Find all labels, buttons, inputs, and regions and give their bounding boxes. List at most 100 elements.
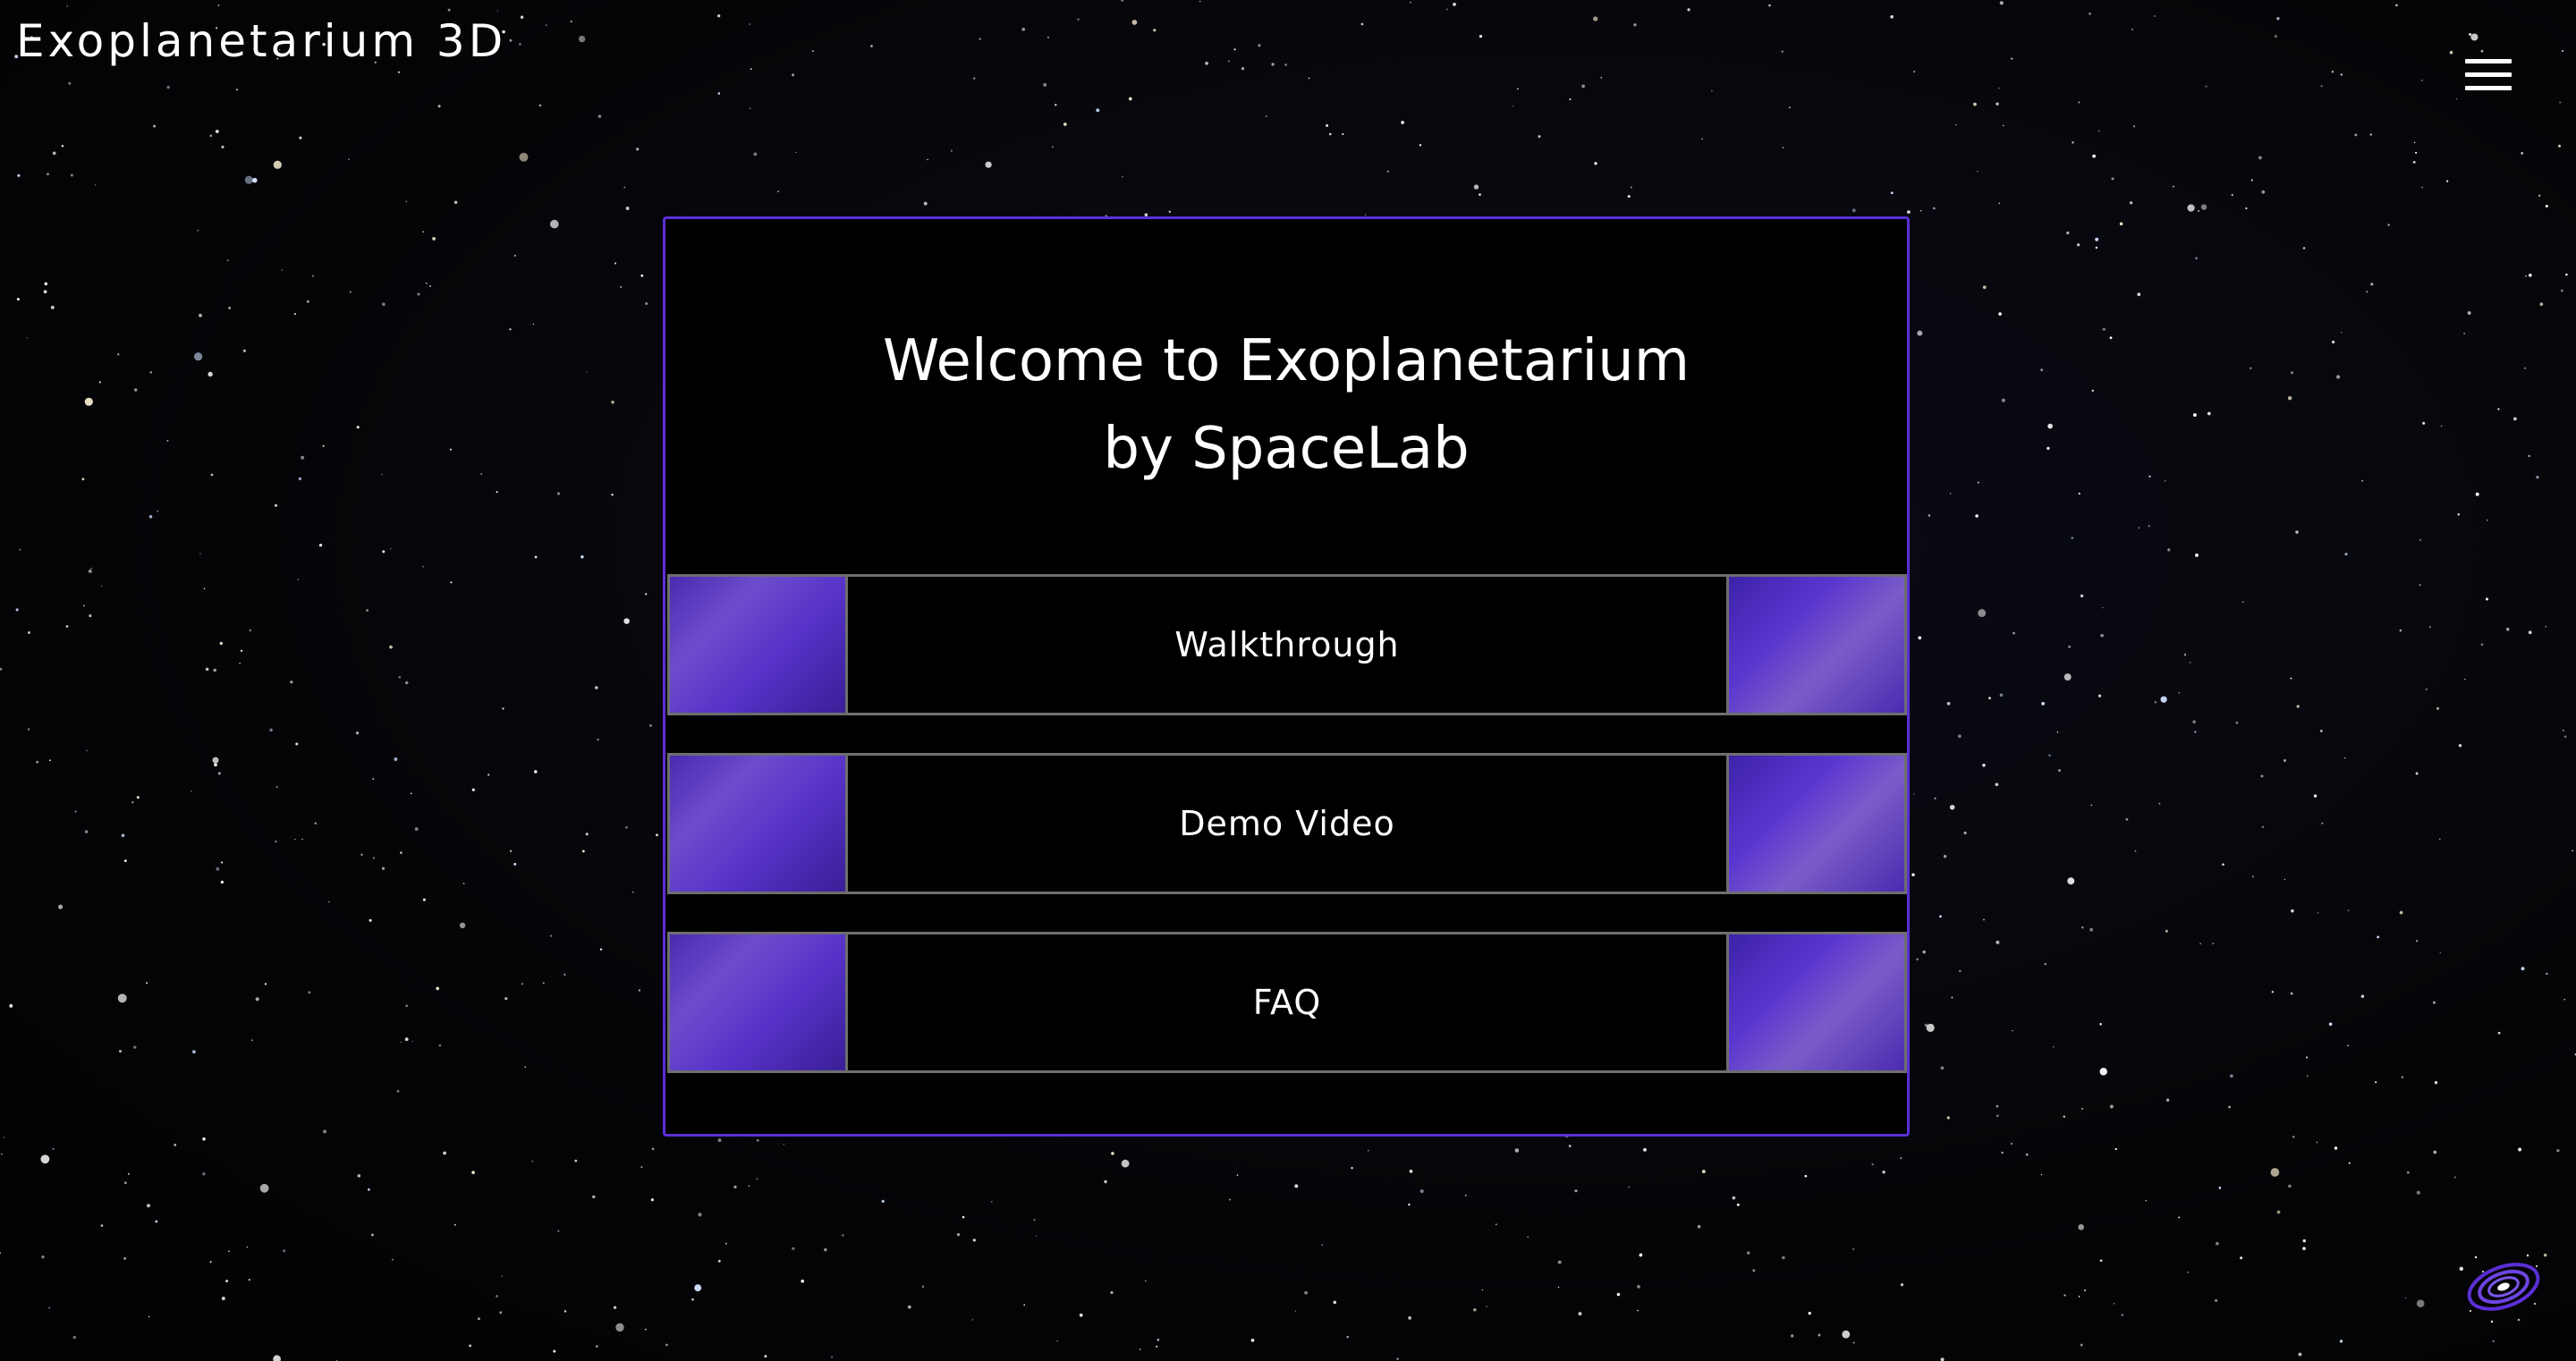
star — [389, 645, 393, 649]
faq-label: FAQ — [1252, 983, 1322, 1022]
star — [1046, 36, 1049, 38]
galaxy-icon[interactable] — [2465, 1248, 2542, 1325]
star — [545, 24, 547, 26]
star — [290, 680, 293, 684]
star — [2486, 597, 2488, 601]
star — [2002, 124, 2004, 127]
star — [166, 85, 170, 89]
star — [61, 145, 64, 148]
star — [50, 305, 55, 309]
star — [1473, 184, 1479, 190]
star — [524, 1066, 526, 1068]
star — [581, 850, 585, 853]
star — [382, 302, 386, 307]
star — [2230, 1074, 2233, 1078]
star — [795, 151, 797, 153]
star — [1453, 3, 1456, 6]
star — [217, 772, 221, 775]
hamburger-menu-icon[interactable] — [2462, 55, 2515, 95]
star — [259, 1183, 269, 1193]
star — [52, 151, 56, 156]
star — [921, 1285, 925, 1288]
star — [9, 1003, 13, 1008]
star — [2512, 417, 2517, 421]
menu-bar-bottom — [2465, 86, 2512, 90]
star — [801, 1279, 805, 1283]
star — [2165, 1098, 2170, 1102]
star — [990, 1201, 993, 1203]
star — [2063, 1115, 2066, 1118]
star — [301, 455, 305, 460]
star — [1294, 1310, 1297, 1312]
star — [698, 1213, 702, 1217]
star — [2521, 967, 2525, 971]
star — [749, 107, 751, 110]
star — [438, 1044, 442, 1047]
star — [2492, 1340, 2495, 1342]
star — [2528, 630, 2532, 635]
star — [504, 997, 508, 1001]
star — [2288, 1184, 2292, 1188]
star — [400, 851, 402, 854]
star — [650, 1198, 654, 1202]
star — [0, 667, 3, 671]
star — [2347, 909, 2350, 911]
star — [1250, 1339, 1255, 1342]
star — [2467, 311, 2471, 315]
star — [2240, 1256, 2243, 1260]
star — [1913, 71, 1916, 73]
star — [15, 608, 19, 612]
star — [312, 275, 314, 277]
faq-right-tile — [1726, 934, 1904, 1070]
star — [2025, 1154, 2029, 1156]
star — [2480, 643, 2484, 647]
star — [538, 104, 542, 107]
star — [40, 1154, 50, 1164]
star — [748, 1185, 750, 1188]
star — [398, 675, 402, 679]
star — [19, 548, 21, 551]
star — [638, 989, 641, 992]
walkthrough-button[interactable]: Walkthrough — [667, 574, 1907, 715]
star — [123, 859, 127, 863]
star — [148, 514, 153, 519]
star — [725, 1242, 727, 1245]
star — [2040, 368, 2044, 372]
star — [1919, 209, 1922, 212]
star — [1419, 1189, 1424, 1194]
star — [717, 1138, 722, 1143]
star — [2366, 291, 2368, 293]
star — [2518, 1147, 2522, 1152]
star — [1890, 191, 1894, 195]
star — [1538, 135, 1541, 139]
star — [519, 152, 529, 162]
star — [432, 236, 436, 241]
star — [2354, 133, 2358, 137]
star — [2463, 333, 2465, 334]
star — [2270, 1168, 2280, 1177]
star — [2200, 204, 2207, 210]
star — [226, 259, 229, 262]
star — [1736, 1203, 1740, 1206]
star — [84, 397, 93, 406]
star — [2011, 57, 2013, 60]
star — [1446, 8, 1448, 11]
star — [1998, 87, 2000, 89]
star — [2189, 662, 2191, 664]
star — [2199, 943, 2201, 944]
star — [717, 1259, 721, 1263]
star — [1959, 969, 1962, 973]
app-title: Exoplanetarium 3D — [16, 15, 507, 67]
star — [2348, 1162, 2351, 1164]
star — [1479, 34, 1483, 38]
star — [615, 1323, 624, 1332]
star — [1258, 44, 1261, 47]
star — [2469, 32, 2472, 36]
demo-video-button[interactable]: Demo Video — [667, 753, 1907, 894]
star — [2274, 35, 2277, 38]
star — [2302, 1247, 2306, 1251]
star — [208, 371, 213, 377]
star — [2195, 257, 2198, 260]
faq-button[interactable]: FAQ — [667, 932, 1907, 1073]
star — [2132, 125, 2136, 128]
